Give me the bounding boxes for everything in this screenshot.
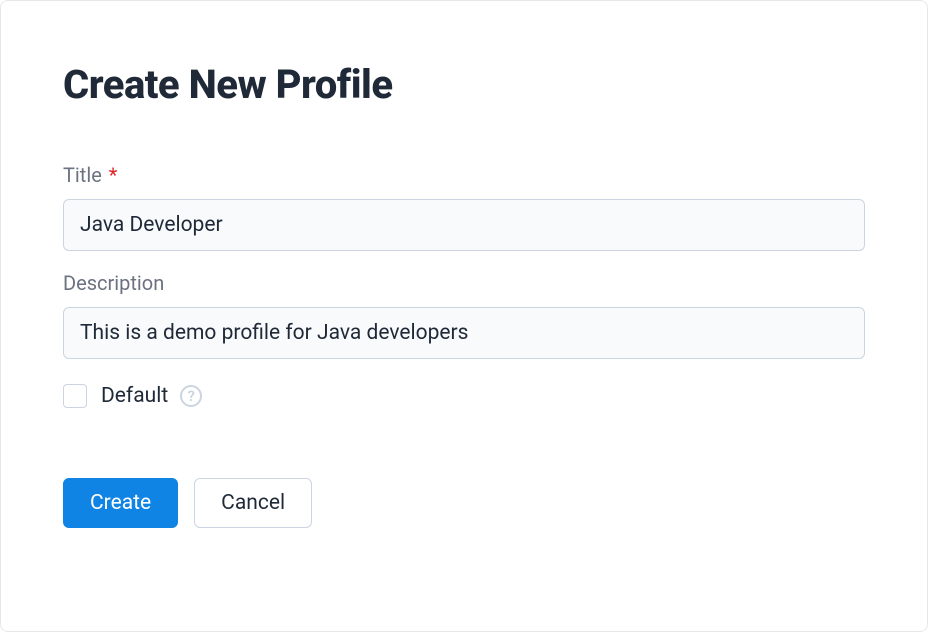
description-input[interactable]: [63, 307, 865, 359]
title-label-text: Title: [63, 163, 102, 187]
default-checkbox-label: Default: [101, 384, 168, 408]
cancel-button[interactable]: Cancel: [194, 478, 312, 528]
required-indicator: *: [109, 163, 118, 187]
description-label: Description: [63, 271, 865, 295]
title-field: Title *: [63, 163, 865, 251]
help-icon[interactable]: ?: [180, 385, 202, 407]
create-profile-card: Create New Profile Title * Description D…: [0, 0, 928, 632]
default-checkbox[interactable]: [63, 384, 87, 408]
create-button[interactable]: Create: [63, 478, 178, 528]
title-label: Title *: [63, 163, 865, 187]
description-field: Description: [63, 271, 865, 359]
button-row: Create Cancel: [63, 478, 865, 528]
default-checkbox-row: Default ?: [63, 384, 865, 408]
title-input[interactable]: [63, 199, 865, 251]
page-title: Create New Profile: [63, 61, 865, 108]
